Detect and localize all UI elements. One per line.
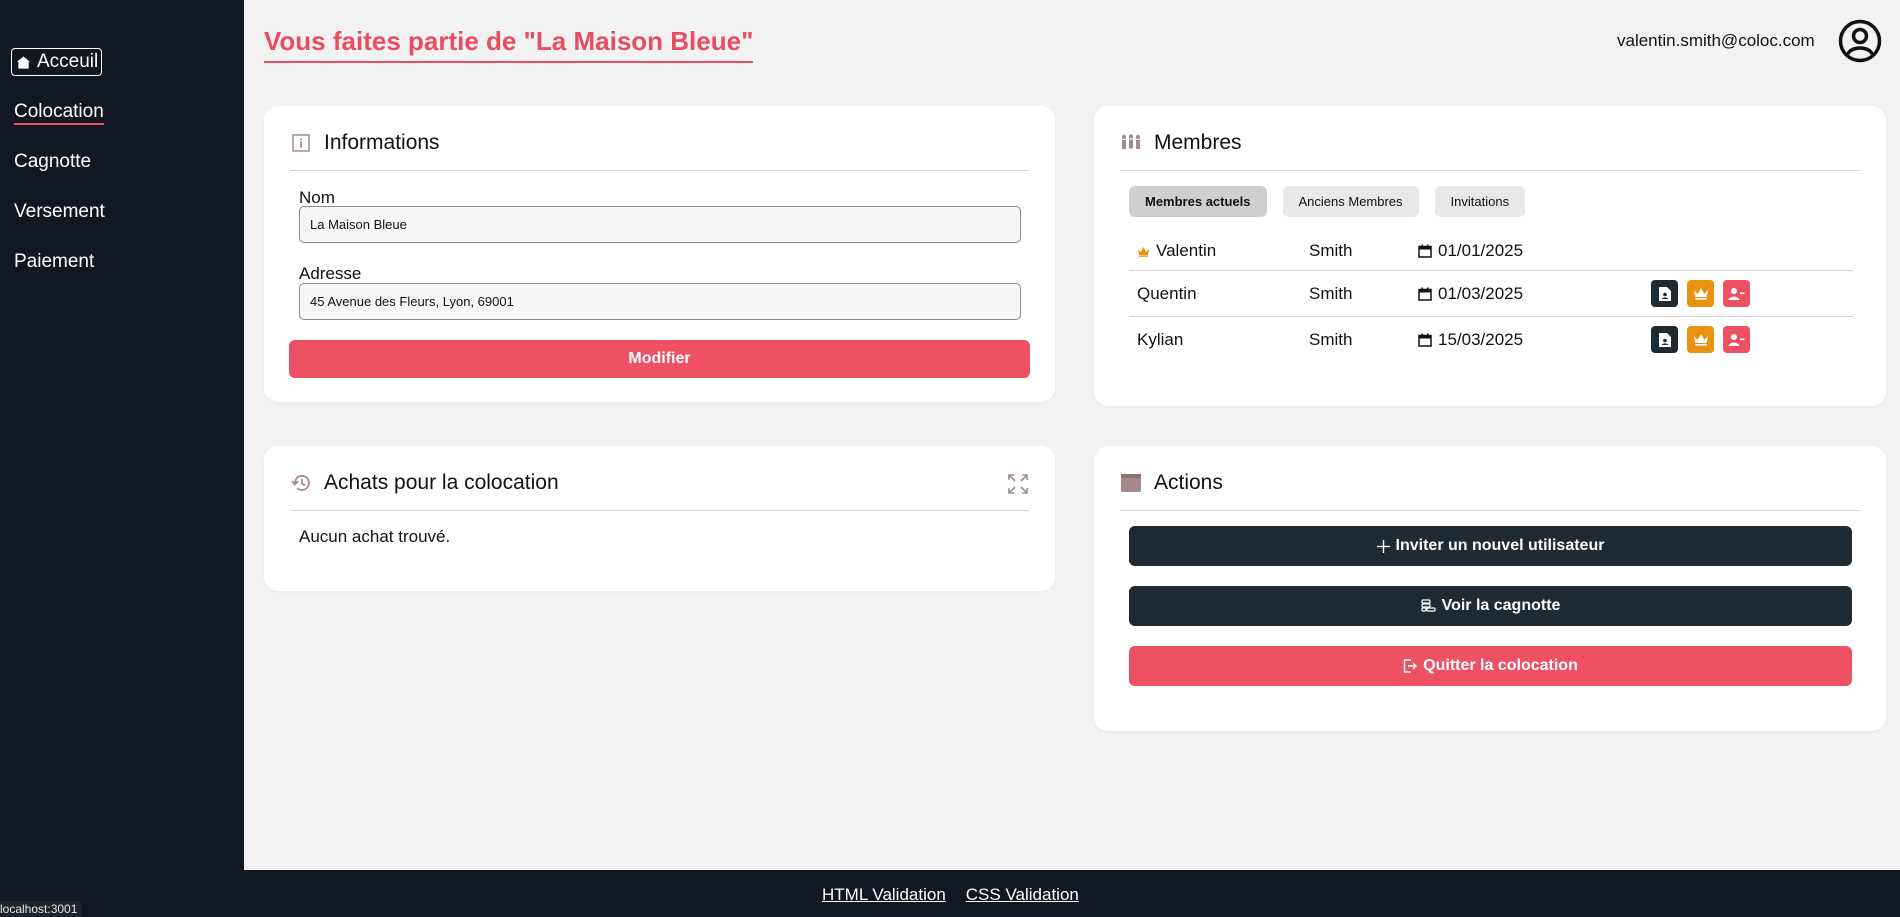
member-first-name: Valentin <box>1156 241 1217 260</box>
quit-colocation-button[interactable]: Quitter la colocation <box>1129 646 1852 686</box>
tab-membres-actuels[interactable]: Membres actuels <box>1129 186 1267 217</box>
sidebar-item-label: Colocation <box>14 101 104 125</box>
calendar-icon <box>1418 244 1432 258</box>
calendar-icon <box>1418 287 1432 301</box>
user-minus-icon <box>1728 333 1745 346</box>
sidebar-item-label: Paiement <box>14 251 95 272</box>
achats-card: Achats pour la colocation Aucun achat tr… <box>264 446 1055 591</box>
sidebar-item-cagnotte[interactable]: Cagnotte <box>14 150 91 174</box>
modifier-button[interactable]: Modifier <box>289 340 1030 378</box>
invite-user-button[interactable]: Inviter un nouvel utilisateur <box>1129 526 1852 566</box>
sidebar: Acceuil Colocation Cagnotte Versement Pa… <box>0 0 244 870</box>
achats-empty-text: Aucun achat trouvé. <box>299 527 451 546</box>
member-actions <box>1651 326 1750 353</box>
member-first-name: Kylian <box>1137 329 1184 349</box>
expand-icon[interactable] <box>1007 473 1029 495</box>
informations-title: Informations <box>324 131 440 154</box>
nom-label: Nom <box>299 188 335 207</box>
sidebar-item-label: Cagnotte <box>14 151 92 172</box>
member-last-name: Smith <box>1309 241 1353 260</box>
view-cagnotte-label: Voir la cagnotte <box>1441 597 1561 614</box>
member-date: 01/03/2025 <box>1438 283 1524 303</box>
quit-colocation-label: Quitter la colocation <box>1423 657 1578 674</box>
coins-icon <box>1420 599 1436 612</box>
member-date-cell: 01/03/2025 <box>1418 284 1523 304</box>
member-first-name-cell: Valentin <box>1137 241 1216 261</box>
remove-member-button[interactable] <box>1723 326 1750 353</box>
sidebar-item-label: Versement <box>14 201 105 222</box>
member-actions <box>1651 280 1750 307</box>
tab-invitations[interactable]: Invitations <box>1434 186 1526 217</box>
table-row: Kylian Smith 15/03/2025 <box>1129 316 1853 362</box>
view-member-button[interactable] <box>1651 280 1678 307</box>
make-owner-button[interactable] <box>1687 326 1714 353</box>
nom-input[interactable] <box>299 206 1021 243</box>
member-date: 15/03/2025 <box>1438 329 1524 349</box>
tab-anciens-membres[interactable]: Anciens Membres <box>1282 186 1419 217</box>
informations-card: Informations Nom Adresse Modifier <box>264 106 1055 402</box>
crown-icon <box>1693 334 1708 346</box>
user-email: valentin.smith@coloc.com <box>1617 31 1815 50</box>
member-date: 01/01/2025 <box>1438 241 1524 260</box>
html-validation-link[interactable]: HTML Validation <box>822 885 946 905</box>
history-icon <box>290 472 312 494</box>
membres-card: Membres Membres actuels Anciens Membres … <box>1094 106 1886 406</box>
achats-header: Achats pour la colocation <box>290 468 1029 511</box>
member-first-name-cell: Kylian <box>1137 330 1183 350</box>
achats-title: Achats pour la colocation <box>324 471 559 494</box>
plus-icon <box>1376 539 1390 553</box>
info-icon <box>290 132 312 154</box>
view-member-button[interactable] <box>1651 326 1678 353</box>
user-circle-icon[interactable] <box>1838 19 1882 63</box>
sidebar-nav: Acceuil Colocation Cagnotte Versement Pa… <box>0 48 244 300</box>
calendar-icon <box>1418 333 1432 347</box>
members-table: Valentin Smith 01/01/2025 Quentin Smith … <box>1129 232 1853 362</box>
footer: HTML Validation CSS Validation <box>0 870 1900 917</box>
status-bar: localhost:3001 <box>0 901 82 917</box>
crown-icon <box>1138 246 1149 257</box>
sidebar-item-label: Acceuil <box>37 51 99 72</box>
adresse-input[interactable] <box>299 283 1021 320</box>
actions-card: Actions Inviter un nouvel utilisateur Vo… <box>1094 446 1886 731</box>
member-first-name: Quentin <box>1137 283 1197 303</box>
home-icon <box>16 55 31 69</box>
sidebar-item-colocation[interactable]: Colocation <box>14 100 104 125</box>
member-last-name: Smith <box>1309 283 1353 303</box>
css-validation-link[interactable]: CSS Validation <box>966 885 1079 905</box>
user-minus-icon <box>1728 287 1745 300</box>
adresse-label: Adresse <box>299 264 362 283</box>
membres-header: Membres <box>1120 128 1860 171</box>
crown-icon <box>1693 288 1708 300</box>
view-cagnotte-button[interactable]: Voir la cagnotte <box>1129 586 1852 626</box>
page-title: Vous faites partie de "La Maison Bleue" <box>264 26 754 63</box>
document-user-icon <box>1658 286 1671 301</box>
actions-header: Actions <box>1120 468 1860 511</box>
invite-user-label: Inviter un nouvel utilisateur <box>1395 537 1605 554</box>
window-icon <box>1120 472 1142 494</box>
sidebar-item-home[interactable]: Acceuil <box>11 48 103 76</box>
member-date-cell: 01/01/2025 <box>1418 241 1523 261</box>
people-icon <box>1120 132 1142 154</box>
footer-links: HTML Validation CSS Validation <box>822 885 1079 905</box>
informations-header: Informations <box>290 128 1029 171</box>
member-last-name: Smith <box>1309 329 1353 349</box>
make-owner-button[interactable] <box>1687 280 1714 307</box>
exit-icon <box>1403 659 1418 673</box>
membres-tabs: Membres actuels Anciens Membres Invitati… <box>1129 186 1526 217</box>
actions-title: Actions <box>1154 471 1223 494</box>
membres-title: Membres <box>1154 131 1242 154</box>
table-row: Quentin Smith 01/03/2025 <box>1129 270 1853 316</box>
document-user-icon <box>1658 332 1671 347</box>
table-row: Valentin Smith 01/01/2025 <box>1129 232 1853 270</box>
sidebar-item-paiement[interactable]: Paiement <box>14 250 94 274</box>
member-date-cell: 15/03/2025 <box>1418 330 1523 350</box>
member-first-name-cell: Quentin <box>1137 284 1197 304</box>
remove-member-button[interactable] <box>1723 280 1750 307</box>
sidebar-item-versement[interactable]: Versement <box>14 200 105 224</box>
